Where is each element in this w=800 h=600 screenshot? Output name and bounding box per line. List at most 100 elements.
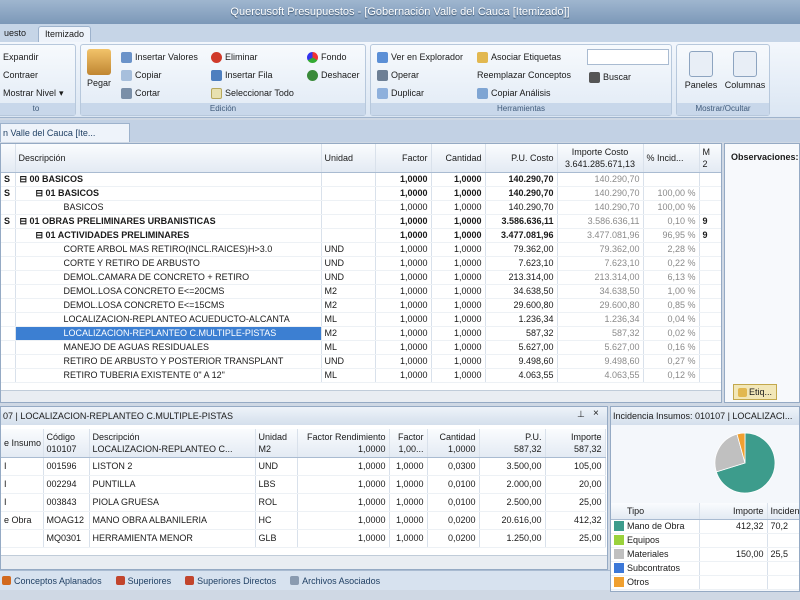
item-m[interactable] <box>699 326 721 341</box>
col-header-tipo[interactable]: Tipo <box>611 503 700 520</box>
item-unidad[interactable]: M2 <box>321 326 376 341</box>
item-factor[interactable]: 1,0000 <box>375 256 432 271</box>
item-code[interactable]: S <box>1 214 16 229</box>
item-importe-costo[interactable]: 3.586.636,11 <box>557 214 644 229</box>
etiquetas-tab[interactable]: Etiq... <box>733 384 778 400</box>
item-importe-costo[interactable]: 7.623,10 <box>557 256 644 271</box>
insumo-codigo[interactable]: 002294 <box>43 475 90 494</box>
insumo-tipo[interactable]: I <box>1 493 44 512</box>
item-importe-costo[interactable]: 4.063,55 <box>557 368 644 383</box>
insumo-desc[interactable]: LISTON 2 <box>89 457 256 476</box>
insumo-fr[interactable]: 1,0000 <box>297 511 390 530</box>
horizontal-scrollbar[interactable] <box>1 390 721 402</box>
col-header-cantidad[interactable]: Cantidad <box>431 144 486 173</box>
item-unidad[interactable] <box>321 200 376 215</box>
table-row[interactable]: MANEJO DE AGUAS RESIDUALES ML 1,0000 1,0000… <box>1 340 721 355</box>
table-row[interactable]: RETIRO DE ARBUSTO Y POSTERIOR TRANSPLANT… <box>1 354 721 369</box>
mostrar-nivel-button[interactable]: Mostrar Nivel ▾ <box>3 85 64 101</box>
item-cantidad[interactable]: 1,0000 <box>431 270 486 285</box>
item-factor[interactable]: 1,0000 <box>375 326 432 341</box>
item-m[interactable] <box>699 354 721 369</box>
item-incidencia[interactable]: 0,02 % <box>643 326 700 341</box>
item-m[interactable] <box>699 172 721 187</box>
item-descripcion[interactable]: DEMOL.CAMARA DE CONCRETO + RETIRO <box>15 270 322 285</box>
item-factor[interactable]: 1,0000 <box>375 172 432 187</box>
item-incidencia[interactable]: 6,13 % <box>643 270 700 285</box>
expandir-button[interactable]: Expandir <box>3 49 39 65</box>
item-factor[interactable]: 1,0000 <box>375 340 432 355</box>
item-incidencia[interactable]: 2,28 % <box>643 242 700 257</box>
item-factor[interactable]: 1,0000 <box>375 228 432 243</box>
table-row[interactable]: DEMOL.LOSA CONCRETO E<=15CMS M2 1,0000 1,00… <box>1 298 721 313</box>
item-descripcion[interactable]: BASICOS <box>15 200 322 215</box>
collapse-toggle-icon[interactable]: ⊟ <box>20 174 30 184</box>
item-descripcion[interactable]: LOCALIZACION-REPLANTEO ACUEDUCTO-ALCANTA <box>15 312 322 327</box>
incidencia-row[interactable]: Materiales 150,00 25,5 <box>611 547 799 562</box>
item-incidencia[interactable]: 100,00 % <box>643 186 700 201</box>
item-code[interactable] <box>1 200 16 215</box>
item-m[interactable] <box>699 200 721 215</box>
item-importe-costo[interactable]: 3.477.081,96 <box>557 228 644 243</box>
insumo-pu[interactable]: 2.500,00 <box>479 493 546 512</box>
insumo-f[interactable]: 1,0000 <box>389 529 428 548</box>
col-header-descripcion[interactable]: Descripción LOCALIZACION-REPLANTEO C... <box>89 429 256 458</box>
item-cantidad[interactable]: 1,0000 <box>431 284 486 299</box>
item-cantidad[interactable]: 1,0000 <box>431 354 486 369</box>
item-incidencia[interactable]: 0,85 % <box>643 298 700 313</box>
item-pu-costo[interactable]: 4.063,55 <box>485 368 558 383</box>
insumo-fr[interactable]: 1,0000 <box>297 529 390 548</box>
item-code[interactable] <box>1 270 16 285</box>
item-m[interactable] <box>699 242 721 257</box>
table-row[interactable]: ⊟ 01 ACTIVIDADES PRELIMINARES 1,0000 1,000… <box>1 228 721 243</box>
item-descripcion[interactable]: LOCALIZACION-REPLANTEO C.MULTIPLE-PISTAS <box>15 326 322 341</box>
item-code[interactable] <box>1 256 16 271</box>
item-pu-costo[interactable]: 140.290,70 <box>485 200 558 215</box>
item-cantidad[interactable]: 1,0000 <box>431 256 486 271</box>
item-incidencia[interactable]: 0,22 % <box>643 256 700 271</box>
item-code[interactable] <box>1 312 16 327</box>
insumo-fr[interactable]: 1,0000 <box>297 493 390 512</box>
table-row[interactable]: S ⊟ 00 BASICOS 1,0000 1,0000 140.290,70 140.2… <box>1 172 721 187</box>
insumo-f[interactable]: 1,0000 <box>389 511 428 530</box>
item-factor[interactable]: 1,0000 <box>375 354 432 369</box>
item-incidencia[interactable]: 0,04 % <box>643 312 700 327</box>
item-m[interactable] <box>699 284 721 299</box>
col-header-factor[interactable]: Factor <box>375 144 432 173</box>
col-header-incidencia[interactable]: % Incid... <box>643 144 700 173</box>
insumo-unit[interactable]: UND <box>255 457 298 476</box>
item-factor[interactable]: 1,0000 <box>375 214 432 229</box>
insumo-tipo[interactable]: e Obra <box>1 511 44 530</box>
insumo-imp[interactable]: 20,00 <box>545 475 606 494</box>
insumo-f[interactable]: 1,0000 <box>389 475 428 494</box>
item-pu-costo[interactable]: 3.477.081,96 <box>485 228 558 243</box>
collapse-toggle-icon[interactable]: ⊟ <box>36 230 46 240</box>
insumo-tipo[interactable]: I <box>1 475 44 494</box>
insumo-imp[interactable]: 25,00 <box>545 493 606 512</box>
item-importe-costo[interactable]: 140.290,70 <box>557 172 644 187</box>
insumo-pu[interactable]: 1.250,00 <box>479 529 546 548</box>
item-pu-costo[interactable]: 5.627,00 <box>485 340 558 355</box>
item-code[interactable] <box>1 242 16 257</box>
col-header-m[interactable]: M2 <box>699 144 721 173</box>
contraer-button[interactable]: Contraer <box>3 67 38 83</box>
ver-explorador-button[interactable]: Ver en Explorador <box>377 49 463 65</box>
item-cantidad[interactable]: 1,0000 <box>431 326 486 341</box>
insumo-desc[interactable]: HERRAMIENTA MENOR <box>89 529 256 548</box>
item-incidencia[interactable]: 100,00 % <box>643 200 700 215</box>
item-importe-costo[interactable]: 213.314,00 <box>557 270 644 285</box>
item-incidencia[interactable]: 1,00 % <box>643 284 700 299</box>
col-header-factor[interactable]: Factor 1,00... <box>389 429 428 458</box>
item-cantidad[interactable]: 1,0000 <box>431 214 486 229</box>
col-header-code[interactable] <box>1 144 16 173</box>
item-descripcion[interactable]: CORTE Y RETIRO DE ARBUSTO <box>15 256 322 271</box>
insertar-valores-button[interactable]: Insertar Valores <box>121 49 198 65</box>
item-importe-costo[interactable]: 9.498,60 <box>557 354 644 369</box>
table-row[interactable]: S ⊟ 01 OBRAS PRELIMINARES URBANISTICAS 1,0… <box>1 214 721 229</box>
pegar-button[interactable]: Pegar <box>84 49 114 88</box>
item-pu-costo[interactable]: 213.314,00 <box>485 270 558 285</box>
item-importe-costo[interactable]: 5.627,00 <box>557 340 644 355</box>
item-descripcion[interactable]: MANEJO DE AGUAS RESIDUALES <box>15 340 322 355</box>
col-header-importe[interactable]: Importe 587,32 <box>545 429 606 458</box>
item-m[interactable] <box>699 312 721 327</box>
deshacer-button[interactable]: Deshacer <box>307 67 360 83</box>
